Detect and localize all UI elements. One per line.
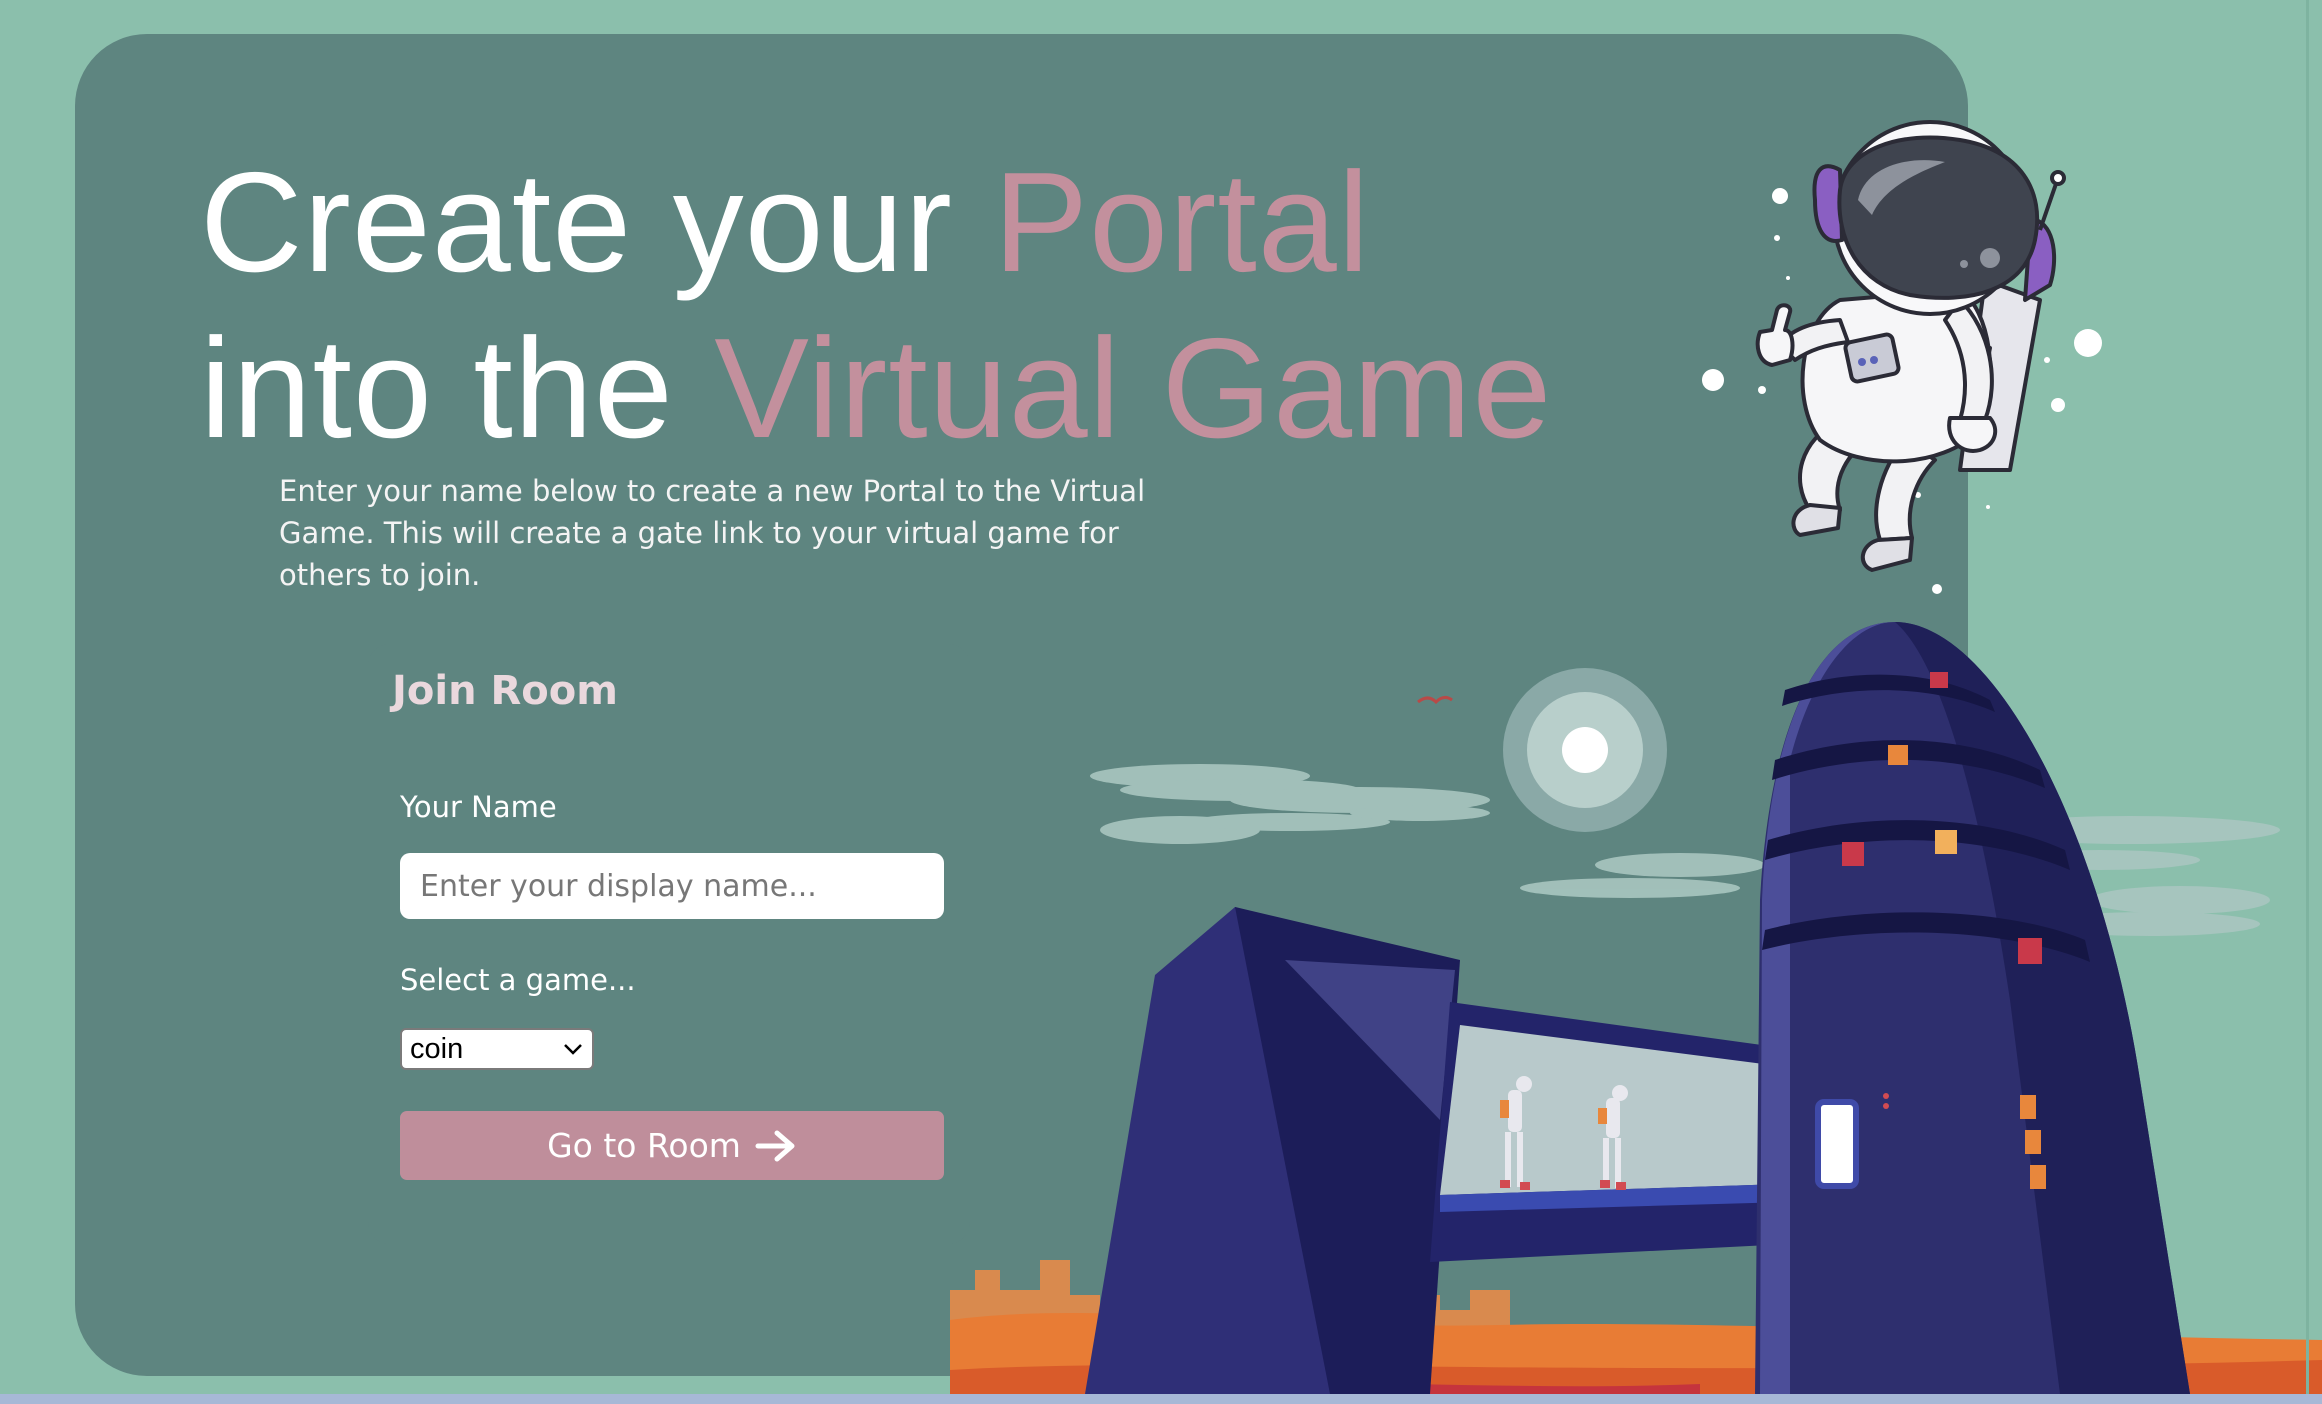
- title-line1-plain: Create your: [200, 143, 994, 302]
- title-line2-plain: into the: [200, 309, 715, 468]
- game-select-label: Select a game...: [400, 963, 636, 997]
- bottom-strip: [0, 1394, 2322, 1404]
- game-select-value: coin: [410, 1032, 464, 1065]
- arrow-right-icon: [755, 1130, 795, 1161]
- name-label: Your Name: [400, 790, 557, 824]
- go-to-room-button[interactable]: Go to Room: [400, 1111, 944, 1180]
- page-edge-divider: [2306, 0, 2309, 1394]
- page-description: Enter your name below to create a new Po…: [279, 474, 1146, 592]
- chevron-down-icon: [564, 1044, 582, 1055]
- go-to-room-label: Go to Room: [547, 1126, 741, 1165]
- title-line1-accent: Portal: [993, 143, 1371, 302]
- name-input[interactable]: [400, 853, 944, 919]
- join-room-heading: Join Room: [392, 668, 618, 714]
- page-title: Create your Portal into the Virtual Game: [200, 140, 1552, 472]
- game-select[interactable]: coin: [400, 1028, 594, 1070]
- title-line2-accent: Virtual Game: [714, 309, 1553, 468]
